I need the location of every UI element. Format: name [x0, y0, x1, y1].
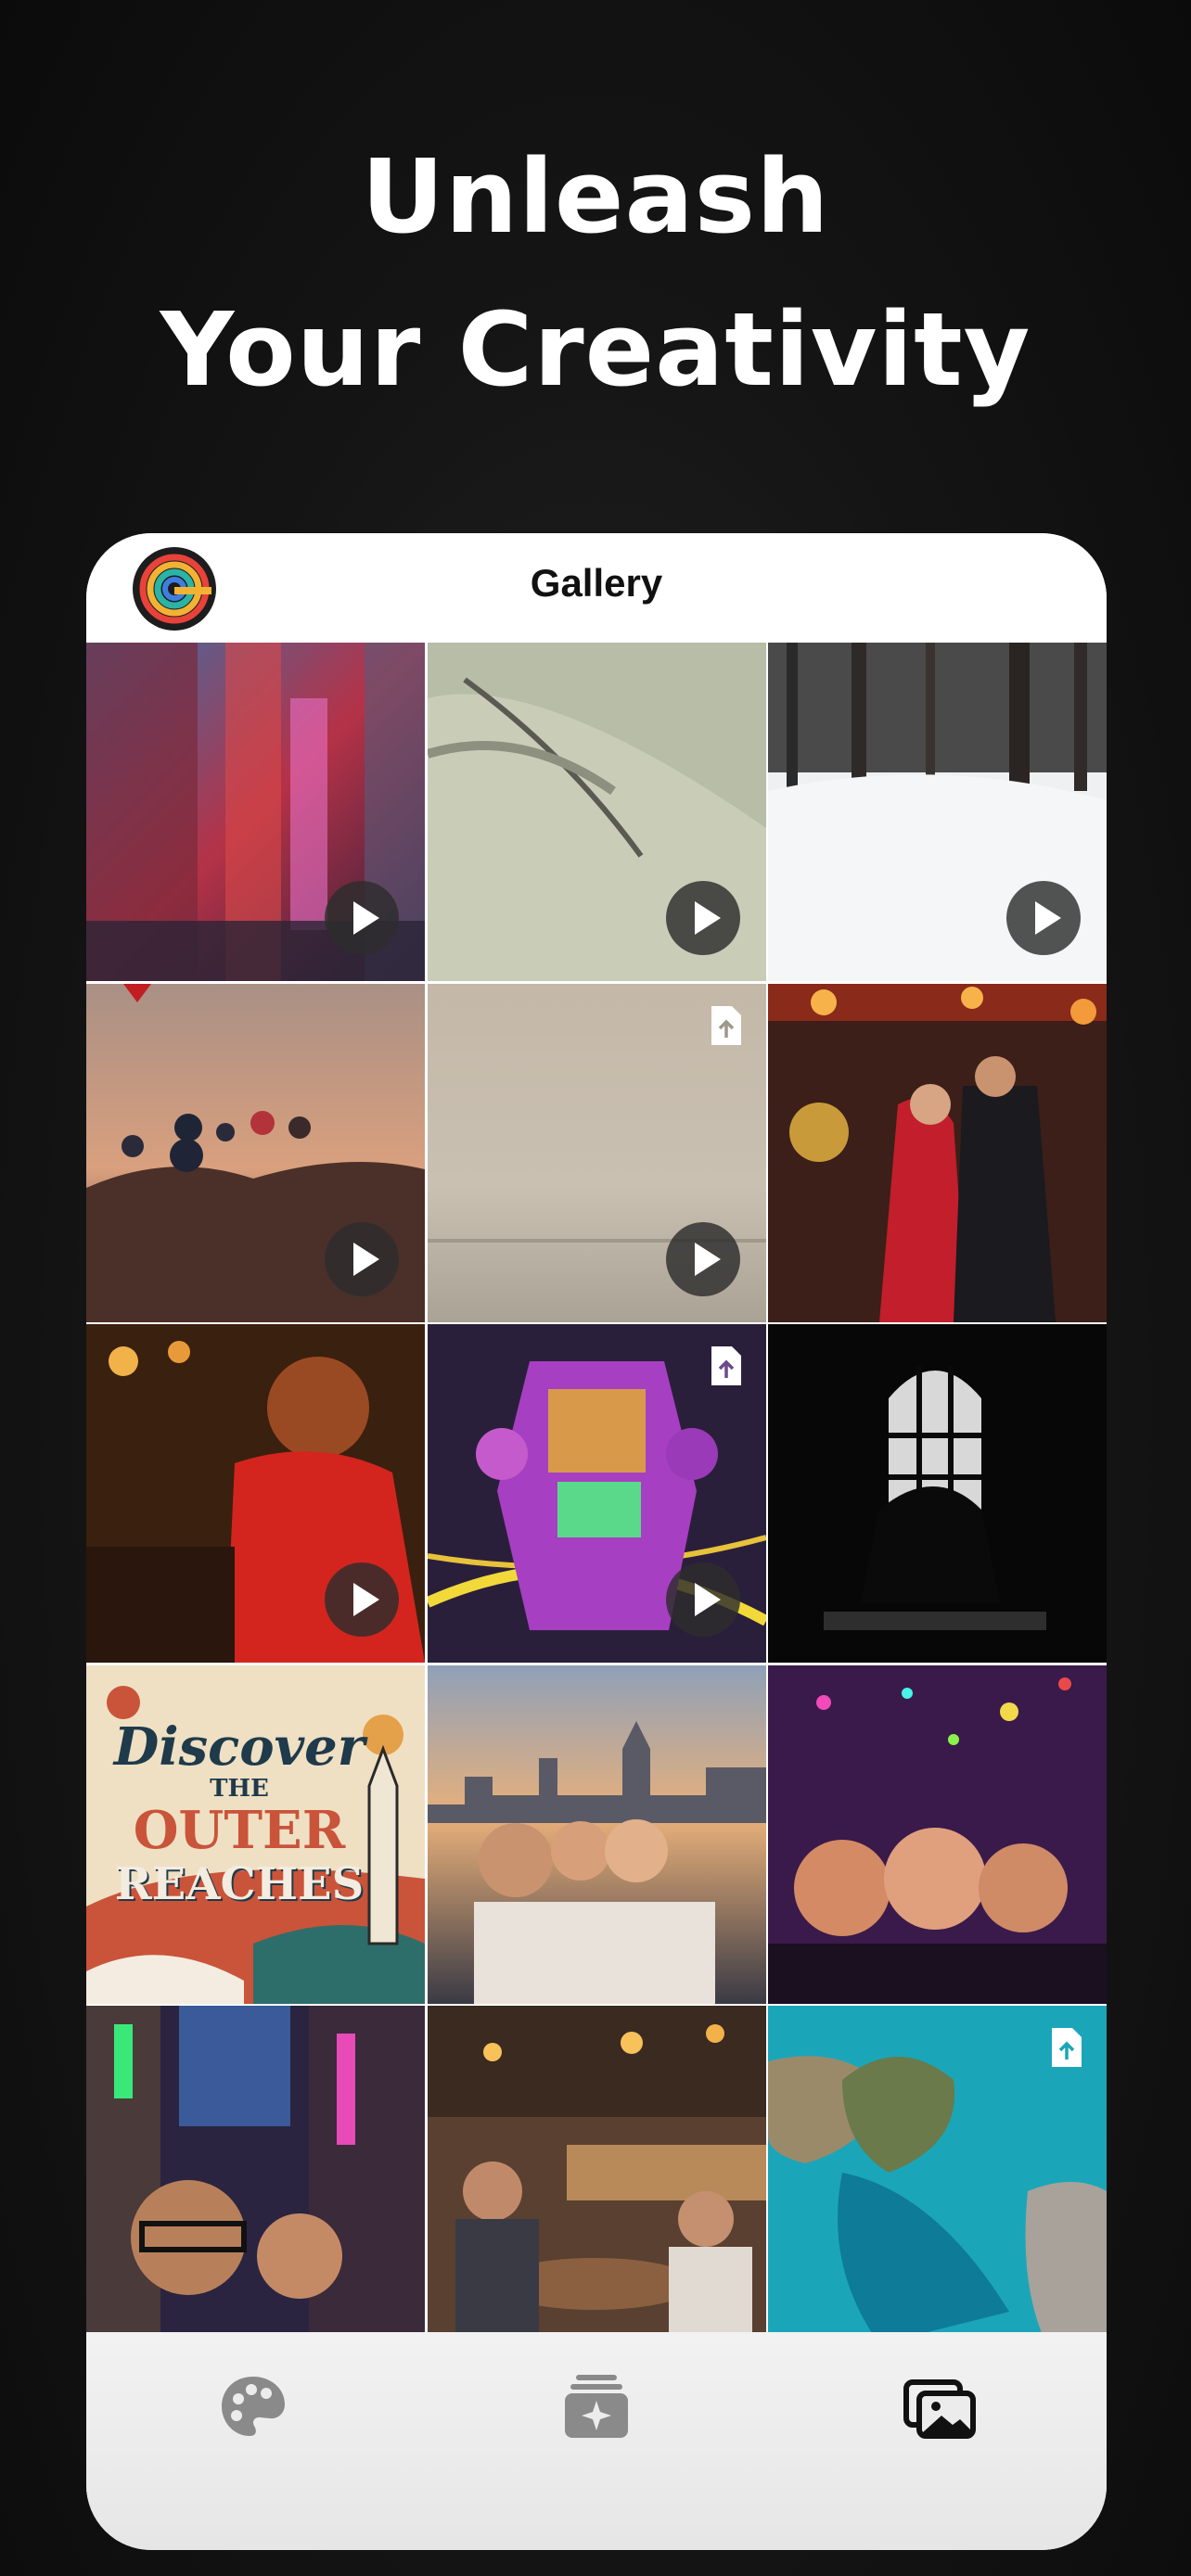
neon-street-selfie-image — [86, 2006, 425, 2344]
play-icon — [1006, 881, 1081, 955]
phone-screen: Gallery Discover THE OUTER REACHES — [86, 533, 1107, 2550]
poster-line-1: Discover — [113, 1715, 365, 1778]
page-title: Gallery — [530, 561, 663, 605]
headline: Unleash Your Creativity — [0, 121, 1191, 427]
play-icon — [665, 1221, 740, 1296]
gallery-grid: Discover THE OUTER REACHES — [86, 643, 1107, 2550]
gallery-item[interactable] — [427, 2006, 766, 2344]
gallery-item[interactable] — [768, 643, 1107, 981]
headline-line-2: Your Creativity — [160, 290, 1031, 409]
poster-line-3: OUTER — [133, 1799, 346, 1861]
gallery-item[interactable] — [427, 1664, 766, 2004]
festival-selfie-image — [768, 1664, 1107, 2004]
play-icon — [325, 1562, 399, 1637]
gallery-item[interactable] — [768, 2006, 1107, 2344]
app-header: Gallery — [86, 533, 1107, 643]
gallery-item[interactable] — [768, 1664, 1107, 2004]
gallery-item[interactable] — [427, 983, 766, 1322]
gallery-item[interactable] — [86, 1324, 425, 1663]
gallery-item[interactable] — [86, 2006, 425, 2344]
play-icon — [665, 881, 740, 955]
gallery-item[interactable] — [427, 1324, 766, 1663]
rooftop-selfie-image — [427, 1664, 766, 2004]
play-icon — [665, 1562, 740, 1637]
gallery-icon[interactable] — [903, 2369, 977, 2443]
silhouette-window-image — [768, 1324, 1107, 1663]
cafe-image — [427, 2006, 766, 2344]
play-icon — [325, 1221, 399, 1296]
ai-generate-icon[interactable] — [559, 2369, 634, 2443]
gallery-item[interactable]: Discover THE OUTER REACHES — [86, 1664, 425, 2004]
gallery-item[interactable] — [768, 983, 1107, 1322]
uploaded-file-icon — [711, 1346, 741, 1385]
gallery-item[interactable] — [427, 643, 766, 981]
poster-line-2: THE — [210, 1774, 269, 1803]
uploaded-file-icon — [1052, 2028, 1082, 2067]
uploaded-file-icon — [711, 1005, 741, 1045]
play-icon — [325, 881, 399, 955]
jazz-bar-couple-image — [768, 983, 1107, 1322]
gallery-item[interactable] — [768, 1324, 1107, 1663]
palette-icon[interactable] — [216, 2369, 290, 2443]
poster-line-4: REACHES — [114, 1857, 365, 1910]
gallery-item[interactable] — [86, 643, 425, 981]
gallery-item[interactable] — [86, 983, 425, 1322]
headline-line-1: Unleash — [361, 137, 830, 256]
tab-bar — [86, 2332, 1107, 2550]
